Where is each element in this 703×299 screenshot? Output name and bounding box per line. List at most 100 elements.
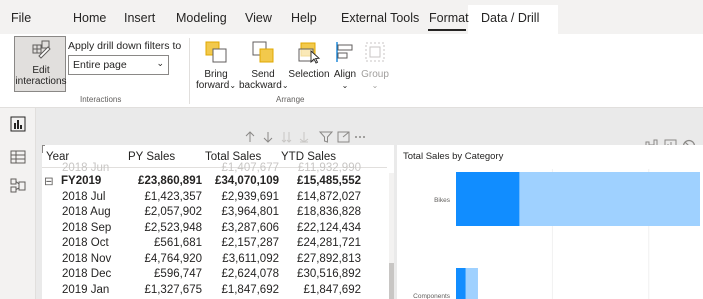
arrow-down-icon[interactable] — [263, 132, 273, 143]
table-visual[interactable]: Year PY Sales Total Sales YTD Sales 2018… — [42, 145, 394, 299]
filter-icon[interactable] — [318, 131, 334, 143]
cell-ytd: £22,124,434 — [297, 221, 361, 234]
category-label: Components — [413, 293, 451, 299]
group-icon — [365, 42, 385, 62]
cell-ytd: £27,892,813 — [297, 252, 361, 265]
cell-total: £1,847,692 — [221, 283, 279, 296]
align-button[interactable]: Align ⌄ — [330, 40, 360, 91]
edit-label-line1: Edit — [32, 65, 50, 76]
menu-data-drill[interactable]: Data / Drill — [481, 11, 539, 25]
table-row[interactable]: 2019 Jan £1,327,675 £1,847,692 £1,847,692 — [42, 283, 382, 298]
cell-year: 2018 Jul — [62, 190, 106, 203]
send-backward-button[interactable]: Send backward⌄ — [239, 40, 289, 91]
arrow-up-icon[interactable] — [245, 131, 255, 142]
table-row[interactable]: 2018 Aug £2,057,902 £3,964,801 £18,836,828 — [42, 205, 382, 220]
send-backward-line2: backward⌄ — [239, 80, 289, 91]
cell-ytd: £11,932,990 — [297, 162, 361, 174]
bar-bikes-1[interactable] — [519, 172, 700, 226]
bring-forward-button[interactable]: Bring forward⌄ — [194, 40, 238, 91]
cell-ytd: £18,836,828 — [297, 206, 361, 218]
category-label: Bikes — [434, 197, 451, 204]
cell-total: £2,624,078 — [221, 268, 279, 280]
cell-ytd: £30,516,892 — [297, 268, 361, 280]
cell-year: 2018 Sep — [62, 221, 112, 234]
selection-pane-icon — [298, 42, 321, 64]
table-row[interactable]: 2018 Sep £2,523,948 £3,287,606 £22,124,434 — [42, 221, 382, 236]
bar-chart: Bikes Components — [413, 169, 700, 299]
menu-bar: File Home Insert Modeling View Help Exte… — [0, 0, 703, 34]
cell-total: £2,157,287 — [221, 237, 279, 249]
cell-total: £3,611,092 — [222, 252, 279, 265]
table-row[interactable]: FY2019 £23,860,891 £34,070,109 £15,485,552 ⊟ — [42, 174, 382, 189]
drill-filter-scope-dropdown[interactable]: Entire page ⌄ — [68, 55, 169, 75]
cell-year: 2018 Dec — [62, 268, 112, 280]
align-icon — [336, 42, 353, 62]
group-button[interactable]: Group ⌄ — [360, 40, 390, 91]
interactions-group-label: Interactions — [80, 95, 122, 104]
more-options-icon[interactable] — [355, 136, 365, 138]
cell-total: £3,287,606 — [221, 221, 279, 234]
menu-insert[interactable]: Insert — [124, 11, 155, 25]
cell-year: 2018 Nov — [62, 252, 112, 265]
data-view-icon[interactable] — [10, 149, 26, 165]
bring-forward-icon — [205, 41, 227, 63]
cell-year: 2018 Aug — [62, 206, 111, 218]
send-backward-line1: Send — [251, 69, 275, 80]
align-label: Align — [333, 69, 357, 80]
cell-py: £1,327,675 — [144, 283, 202, 296]
cell-py: £2,523,948 — [144, 221, 202, 234]
cell-year: 2019 Jan — [62, 283, 110, 296]
double-arrow-down-icon[interactable] — [281, 132, 292, 143]
menu-modeling[interactable]: Modeling — [176, 11, 227, 25]
cell-ytd: £24,281,721 — [297, 237, 361, 249]
cell-year: FY2019 — [61, 175, 102, 187]
cell-py: £2,057,902 — [144, 206, 202, 218]
cell-py: £1,423,357 — [144, 190, 202, 203]
bar-components-0[interactable] — [456, 268, 466, 299]
group-label: Group — [361, 69, 389, 80]
cell-year: 2018 Jun — [62, 162, 110, 174]
table-scrollbar-thumb[interactable] — [389, 263, 394, 299]
table-row[interactable]: 2018 Nov £4,764,920 £3,611,092 £27,892,813 — [42, 252, 382, 267]
bring-forward-line2: forward⌄ — [195, 80, 237, 91]
bar-bikes-0[interactable] — [456, 172, 520, 226]
dropdown-value: Entire page — [73, 59, 127, 71]
align-chevron-icon: ⌄ — [341, 81, 349, 90]
model-view-icon[interactable] — [10, 178, 26, 194]
table-row[interactable]: 2018 Oct £561,681 £2,157,287 £24,281,721 — [42, 236, 382, 251]
arrange-group-label: Arrange — [276, 95, 305, 104]
menu-external-tools[interactable]: External Tools — [341, 11, 419, 25]
report-view-icon[interactable] — [10, 116, 26, 132]
view-rail — [0, 108, 36, 299]
menu-format[interactable]: Format — [429, 11, 469, 25]
selection-button[interactable]: Selection — [287, 40, 331, 80]
ribbon: Edit interactions Apply drill down filte… — [0, 34, 703, 108]
expand-all-icon[interactable] — [299, 132, 309, 143]
bar-components-1[interactable] — [465, 268, 478, 299]
collapse-icon[interactable]: ⊟ — [44, 174, 54, 188]
report-canvas: Year PY Sales Total Sales YTD Sales 2018… — [36, 108, 703, 299]
cell-total: £2,939,691 — [221, 190, 279, 203]
menu-help[interactable]: Help — [291, 11, 317, 25]
cell-ytd: £15,485,552 — [297, 175, 361, 187]
visual-corner-marker — [42, 145, 45, 153]
focus-mode-icon[interactable] — [337, 131, 350, 143]
cell-total: £1,407,677 — [221, 162, 279, 174]
cell-ytd: £14,872,027 — [297, 190, 361, 203]
menu-view[interactable]: View — [245, 11, 272, 25]
cell-ytd: £1,847,692 — [303, 283, 361, 296]
selection-label: Selection — [288, 69, 330, 80]
edit-interactions-icon — [32, 40, 51, 59]
menu-file[interactable]: File — [11, 11, 31, 25]
cell-year: 2018 Oct — [62, 237, 109, 249]
table-row[interactable]: 2018 Jul £1,423,357 £2,939,691 £14,872,027 — [42, 190, 382, 205]
cell-total: £3,964,801 — [221, 206, 279, 218]
menu-home[interactable]: Home — [73, 11, 106, 25]
edit-interactions-button[interactable]: Edit interactions — [14, 36, 67, 92]
table-row[interactable]: 2018 Dec £596,747 £2,624,078 £30,516,892 — [42, 267, 382, 282]
bring-forward-line1: Bring — [204, 69, 228, 80]
bar-chart-visual[interactable]: Total Sales by Category Bikes Components — [397, 145, 703, 299]
group-chevron-icon: ⌄ — [371, 81, 379, 90]
ribbon-separator — [189, 38, 190, 104]
cell-py: £23,860,891 — [138, 175, 202, 187]
